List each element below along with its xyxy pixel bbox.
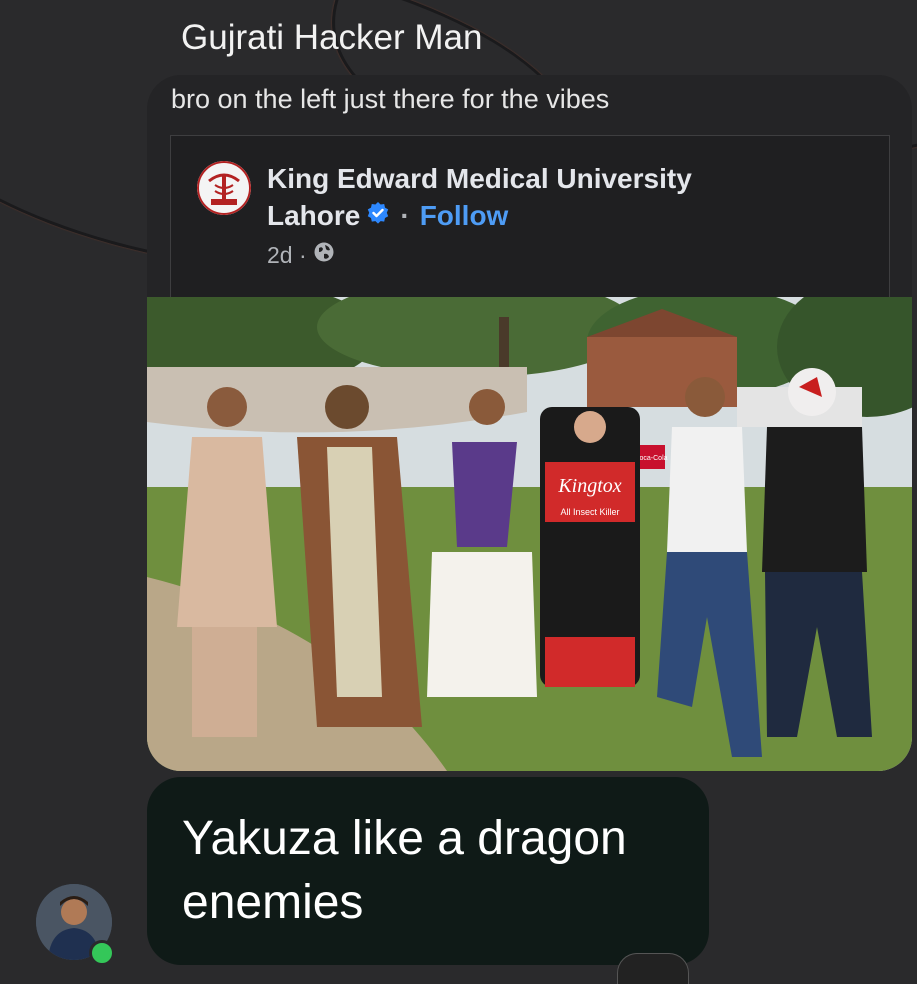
post-photo[interactable]: Coca-Cola Kingtox All Insect Killer bbox=[147, 297, 912, 771]
sender-name: Gujrati Hacker Man bbox=[181, 18, 483, 57]
globe-icon bbox=[313, 241, 335, 269]
online-status-icon bbox=[89, 940, 115, 966]
next-message-edge bbox=[617, 953, 689, 984]
separator-dot: · bbox=[292, 242, 307, 268]
share-caption: bro on the left just there for the vibes bbox=[171, 84, 610, 114]
follow-button[interactable]: Follow bbox=[420, 200, 509, 231]
verified-badge-icon bbox=[366, 197, 390, 234]
separator-dot: · bbox=[400, 200, 410, 231]
reply-bubble[interactable]: Yakuza like a dragon enemies bbox=[147, 777, 709, 965]
post-card[interactable]: King Edward Medical University Lahore · Fo… bbox=[170, 135, 890, 298]
shared-post-bubble[interactable]: bro on the left just there for the vibes… bbox=[147, 75, 912, 771]
post-header: King Edward Medical University Lahore · Fo… bbox=[267, 160, 787, 234]
university-logo[interactable] bbox=[197, 161, 251, 215]
reply-text: Yakuza like a dragon enemies bbox=[182, 812, 627, 929]
costume-label: Kingtox bbox=[557, 475, 621, 497]
costume-sublabel: All Insect Killer bbox=[560, 507, 619, 517]
post-time[interactable]: 2d bbox=[267, 242, 293, 268]
post-meta: 2d · bbox=[267, 242, 335, 269]
